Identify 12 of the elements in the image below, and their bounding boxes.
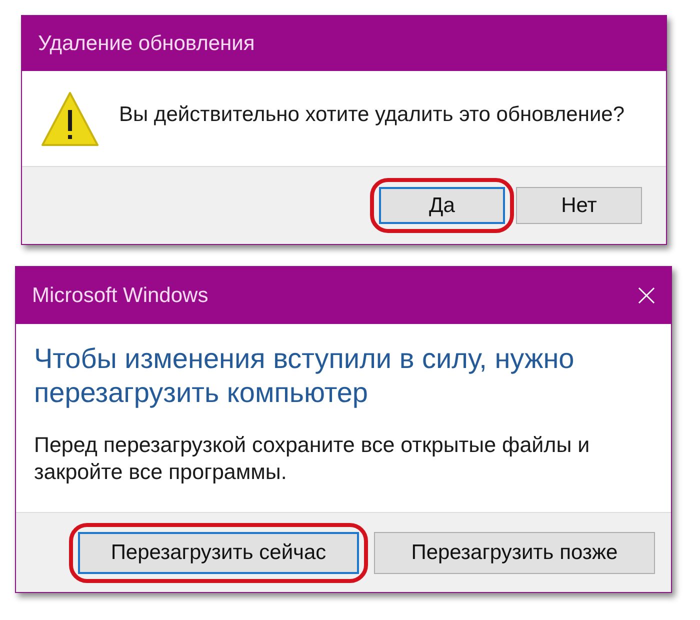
warning-icon (41, 90, 99, 146)
dialog-button[interactable]: Да (379, 187, 505, 224)
dialog-button[interactable]: Перезагрузить сейчас (78, 532, 359, 574)
dialog-button[interactable]: Нет (516, 187, 642, 224)
dialog-button[interactable]: Перезагрузить позже (374, 532, 655, 574)
dialog-heading: Чтобы изменения вступили в силу, нужно перезагрузить компьютер (34, 342, 576, 410)
dialog-message: Вы действительно хотите удалить это обновление? (119, 102, 625, 126)
window-title: Microsoft Windows (32, 284, 208, 308)
window-title: Удаление обновления (38, 32, 255, 56)
close-button[interactable] (638, 287, 655, 304)
dialog-message: Перед перезагрузкой сохраните все открытые файлы и закройте все программы. (34, 432, 591, 486)
close-icon (638, 287, 655, 304)
